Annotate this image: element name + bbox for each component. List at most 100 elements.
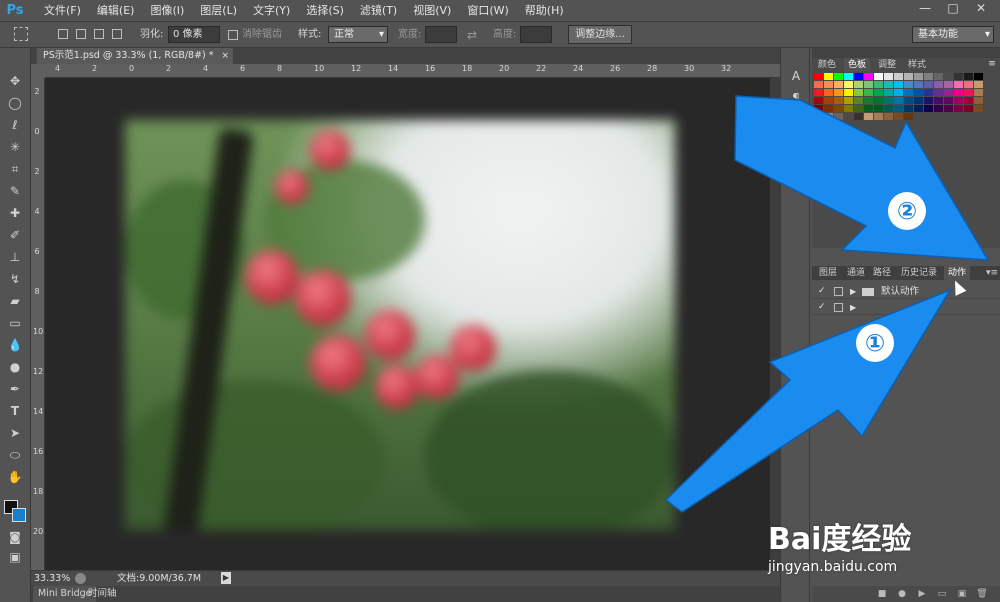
menu-help[interactable]: 帮助(H) [517, 0, 572, 22]
panel-menu-icon[interactable]: ▾≡ [982, 266, 1000, 280]
color-swatch[interactable] [854, 81, 863, 88]
color-swatch[interactable] [954, 105, 963, 112]
stop-icon[interactable]: ■ [876, 588, 888, 600]
color-swatch[interactable] [934, 81, 943, 88]
color-swatch[interactable] [824, 97, 833, 104]
color-swatch[interactable] [944, 73, 953, 80]
workspace-select[interactable]: 基本功能 ▾ [912, 26, 994, 43]
color-swatch[interactable] [814, 113, 823, 120]
color-swatch[interactable] [814, 89, 823, 96]
color-swatch[interactable] [874, 81, 883, 88]
color-swatch[interactable] [894, 89, 903, 96]
color-swatch[interactable] [874, 89, 883, 96]
dodge-tool-icon[interactable]: ● [6, 358, 24, 376]
eyedropper-tool-icon[interactable]: ✎ [6, 182, 24, 200]
color-swatch[interactable] [904, 89, 913, 96]
color-swatch[interactable] [904, 73, 913, 80]
color-swatch[interactable] [874, 113, 883, 120]
height-input[interactable] [520, 26, 552, 43]
globe-icon[interactable] [75, 573, 86, 584]
color-swatch[interactable] [894, 81, 903, 88]
color-swatch[interactable] [934, 105, 943, 112]
color-swatch[interactable] [844, 81, 853, 88]
rect-marquee-icon[interactable] [14, 27, 28, 41]
brush-tool-icon[interactable]: ✐ [6, 226, 24, 244]
document-image[interactable] [125, 120, 675, 530]
color-swatch[interactable] [914, 89, 923, 96]
color-swatch[interactable] [934, 97, 943, 104]
color-swatch[interactable] [864, 105, 873, 112]
color-swatch[interactable] [894, 97, 903, 104]
color-swatch[interactable] [924, 73, 933, 80]
color-swatch[interactable] [844, 97, 853, 104]
color-swatch[interactable] [844, 113, 853, 120]
color-swatch[interactable] [844, 105, 853, 112]
color-swatch[interactable] [844, 73, 853, 80]
color-swatch[interactable] [934, 89, 943, 96]
color-swatch[interactable] [884, 89, 893, 96]
color-swatch[interactable] [904, 81, 913, 88]
expand-triangle-icon[interactable]: ▶ [850, 284, 856, 299]
color-swatch[interactable] [884, 113, 893, 120]
trash-icon[interactable]: 🗑 [976, 588, 988, 600]
check-icon[interactable]: ✓ [818, 300, 826, 315]
color-swatch[interactable] [934, 73, 943, 80]
crop-tool-icon[interactable]: ⌗ [6, 160, 24, 178]
color-swatch[interactable] [914, 73, 923, 80]
color-swatch[interactable] [864, 73, 873, 80]
menu-window[interactable]: 窗口(W) [459, 0, 516, 22]
stamp-tool-icon[interactable]: ⊥ [6, 248, 24, 266]
color-swatch[interactable] [924, 81, 933, 88]
menu-layer[interactable]: 图层(L) [192, 0, 245, 22]
action-set-row[interactable]: ✓ ▶ 默认动作 [812, 284, 1000, 299]
background-color-swatch[interactable] [12, 508, 26, 522]
color-swatch[interactable] [964, 81, 973, 88]
color-swatch[interactable] [954, 97, 963, 104]
color-swatch[interactable] [904, 113, 913, 120]
color-swatch[interactable] [854, 113, 863, 120]
color-swatch[interactable] [924, 89, 933, 96]
color-swatch[interactable] [914, 81, 923, 88]
color-swatch[interactable] [954, 73, 963, 80]
shape-tool-icon[interactable]: ⬭ [6, 446, 24, 464]
tab-paths[interactable]: 路径 [869, 266, 895, 280]
color-swatch[interactable] [974, 73, 983, 80]
dialog-toggle-icon[interactable] [834, 287, 843, 296]
color-swatch[interactable] [964, 105, 973, 112]
color-swatch[interactable] [884, 105, 893, 112]
color-swatch[interactable] [834, 81, 843, 88]
minimize-button[interactable]: — [912, 0, 938, 18]
color-swatch[interactable] [894, 105, 903, 112]
color-swatch[interactable] [964, 89, 973, 96]
color-swatch[interactable] [944, 97, 953, 104]
tab-timeline[interactable]: 时间轴 [83, 586, 122, 602]
marquee-tool-icon[interactable]: ◯ [6, 94, 24, 112]
color-swatch[interactable] [974, 97, 983, 104]
color-swatch[interactable] [824, 113, 833, 120]
color-swatch[interactable] [884, 81, 893, 88]
lasso-tool-icon[interactable]: ℓ [6, 116, 24, 134]
gradient-tool-icon[interactable]: ▭ [6, 314, 24, 332]
color-swatch[interactable] [954, 89, 963, 96]
color-swatch[interactable] [864, 81, 873, 88]
document-tab[interactable]: PS示范1.psd @ 33.3% (1, RGB/8#) * × [37, 48, 233, 64]
new-set-icon[interactable]: ▭ [936, 588, 948, 600]
style-select[interactable]: 正常 ▾ [328, 26, 388, 43]
color-swatch[interactable] [874, 73, 883, 80]
color-swatch[interactable] [964, 97, 973, 104]
check-icon[interactable]: ✓ [818, 284, 826, 299]
tab-channels[interactable]: 通道 [843, 266, 869, 280]
history-brush-tool-icon[interactable]: ↯ [6, 270, 24, 288]
color-swatch[interactable] [914, 97, 923, 104]
tab-actions[interactable]: 动作 [944, 266, 971, 280]
color-swatch[interactable] [854, 73, 863, 80]
color-swatch[interactable] [814, 97, 823, 104]
new-action-icon[interactable]: ▣ [956, 588, 968, 600]
panel-menu-icon[interactable]: ≡ [987, 60, 997, 69]
color-swatch[interactable] [824, 73, 833, 80]
swatch-grid[interactable] [812, 73, 987, 138]
color-swatch[interactable] [864, 97, 873, 104]
new-selection-icon[interactable] [58, 29, 68, 39]
color-swatch[interactable] [854, 89, 863, 96]
pen-tool-icon[interactable]: ✒ [6, 380, 24, 398]
